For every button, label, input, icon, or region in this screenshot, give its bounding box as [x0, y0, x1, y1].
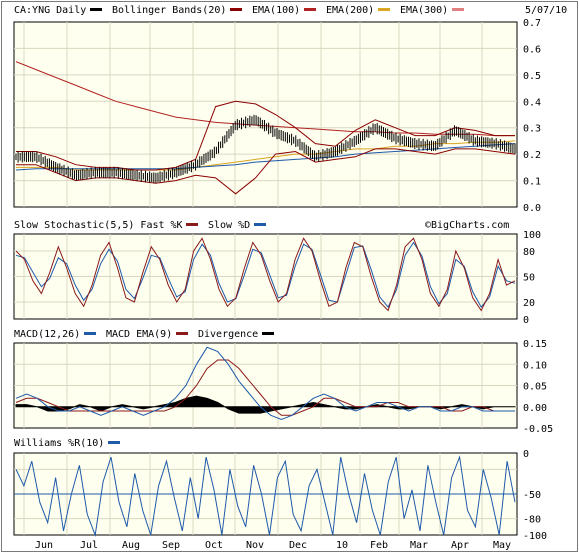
y-tick-label: 0.5: [523, 71, 541, 82]
y-tick-label: -80: [523, 515, 541, 526]
x-tick-label: Oct: [205, 540, 223, 551]
legend-label: CA:YNG Daily: [14, 5, 86, 16]
legend-label: Slow Stochastic(5,5) Fast %K: [14, 220, 183, 231]
x-tick-label: Apr: [451, 540, 469, 551]
y-tick-label: 0.3: [523, 124, 541, 135]
y-tick-label: -0.05: [523, 424, 553, 435]
watermark: ©BigCharts.com: [425, 220, 509, 231]
x-tick-label: Feb: [370, 540, 388, 551]
williams-legend: Williams %R(10): [14, 438, 120, 449]
x-tick-label: Nov: [246, 540, 264, 551]
y-tick-label: 0.00: [523, 403, 547, 414]
legend-label: Bollinger Bands(20): [112, 5, 226, 16]
y-tick-label: 0.1: [523, 177, 541, 188]
legend-label: EMA(300): [400, 5, 448, 16]
x-tick-label: Jul: [80, 540, 98, 551]
legend-swatch: [254, 223, 266, 226]
legend-swatch: [262, 332, 274, 335]
legend-swatch: [108, 441, 120, 444]
y-tick-label: 0: [523, 315, 529, 326]
legend-swatch: [304, 8, 316, 11]
x-tick-label: Jun: [35, 540, 53, 551]
chart-canvas: CA:YNG Daily Bollinger Bands(20) EMA(100) E…: [1, 1, 578, 552]
stochastic-legend: Slow Stochastic(5,5) Fast %K Slow %D: [14, 220, 266, 231]
x-tick-label: Aug: [122, 540, 140, 551]
legend-label: EMA(100): [252, 5, 300, 16]
y-tick-label: 0.2: [523, 150, 541, 161]
y-tick-label: 0.6: [523, 44, 541, 55]
legend-swatch: [230, 8, 242, 11]
legend-label: Williams %R(10): [14, 438, 104, 449]
legend-swatch: [452, 8, 464, 11]
x-tick-label: May: [493, 540, 511, 551]
y-tick-label: 20: [523, 298, 535, 309]
legend-label: Divergence: [198, 329, 258, 340]
macd-legend: MACD(12,26) MACD EMA(9) Divergence: [14, 329, 274, 340]
legend-label: Slow %D: [208, 220, 250, 231]
y-tick-label: 0.15: [523, 339, 547, 350]
legend-swatch: [90, 8, 102, 11]
y-tick-label: 100: [523, 230, 541, 241]
y-tick-label: 0.4: [523, 97, 541, 108]
y-tick-label: 0.05: [523, 382, 547, 393]
legend-label: EMA(200): [326, 5, 374, 16]
y-tick-label: -100: [523, 531, 547, 542]
legend-swatch: [186, 223, 198, 226]
y-tick-label: -50: [523, 490, 541, 501]
y-tick-label: 0: [523, 449, 529, 460]
y-tick-label: 50: [523, 273, 535, 284]
legend-swatch: [176, 332, 188, 335]
date-label: 5/07/10: [525, 5, 567, 16]
x-tick-label: Sep: [162, 540, 180, 551]
legend-label: MACD(12,26): [14, 329, 80, 340]
bigcharts-chart: CA:YNG Daily Bollinger Bands(20) EMA(100) E…: [0, 0, 579, 553]
y-tick-label: 0.7: [523, 18, 541, 29]
legend-swatch: [84, 332, 96, 335]
y-tick-label: 0.10: [523, 360, 547, 371]
legend-swatch: [378, 8, 390, 11]
x-tick-label: Dec: [289, 540, 307, 551]
x-tick-label: Mar: [410, 540, 428, 551]
x-tick-label: 10: [336, 540, 348, 551]
legend-label: MACD EMA(9): [106, 329, 172, 340]
y-tick-label: 0.0: [523, 203, 541, 214]
y-tick-label: 80: [523, 247, 535, 258]
